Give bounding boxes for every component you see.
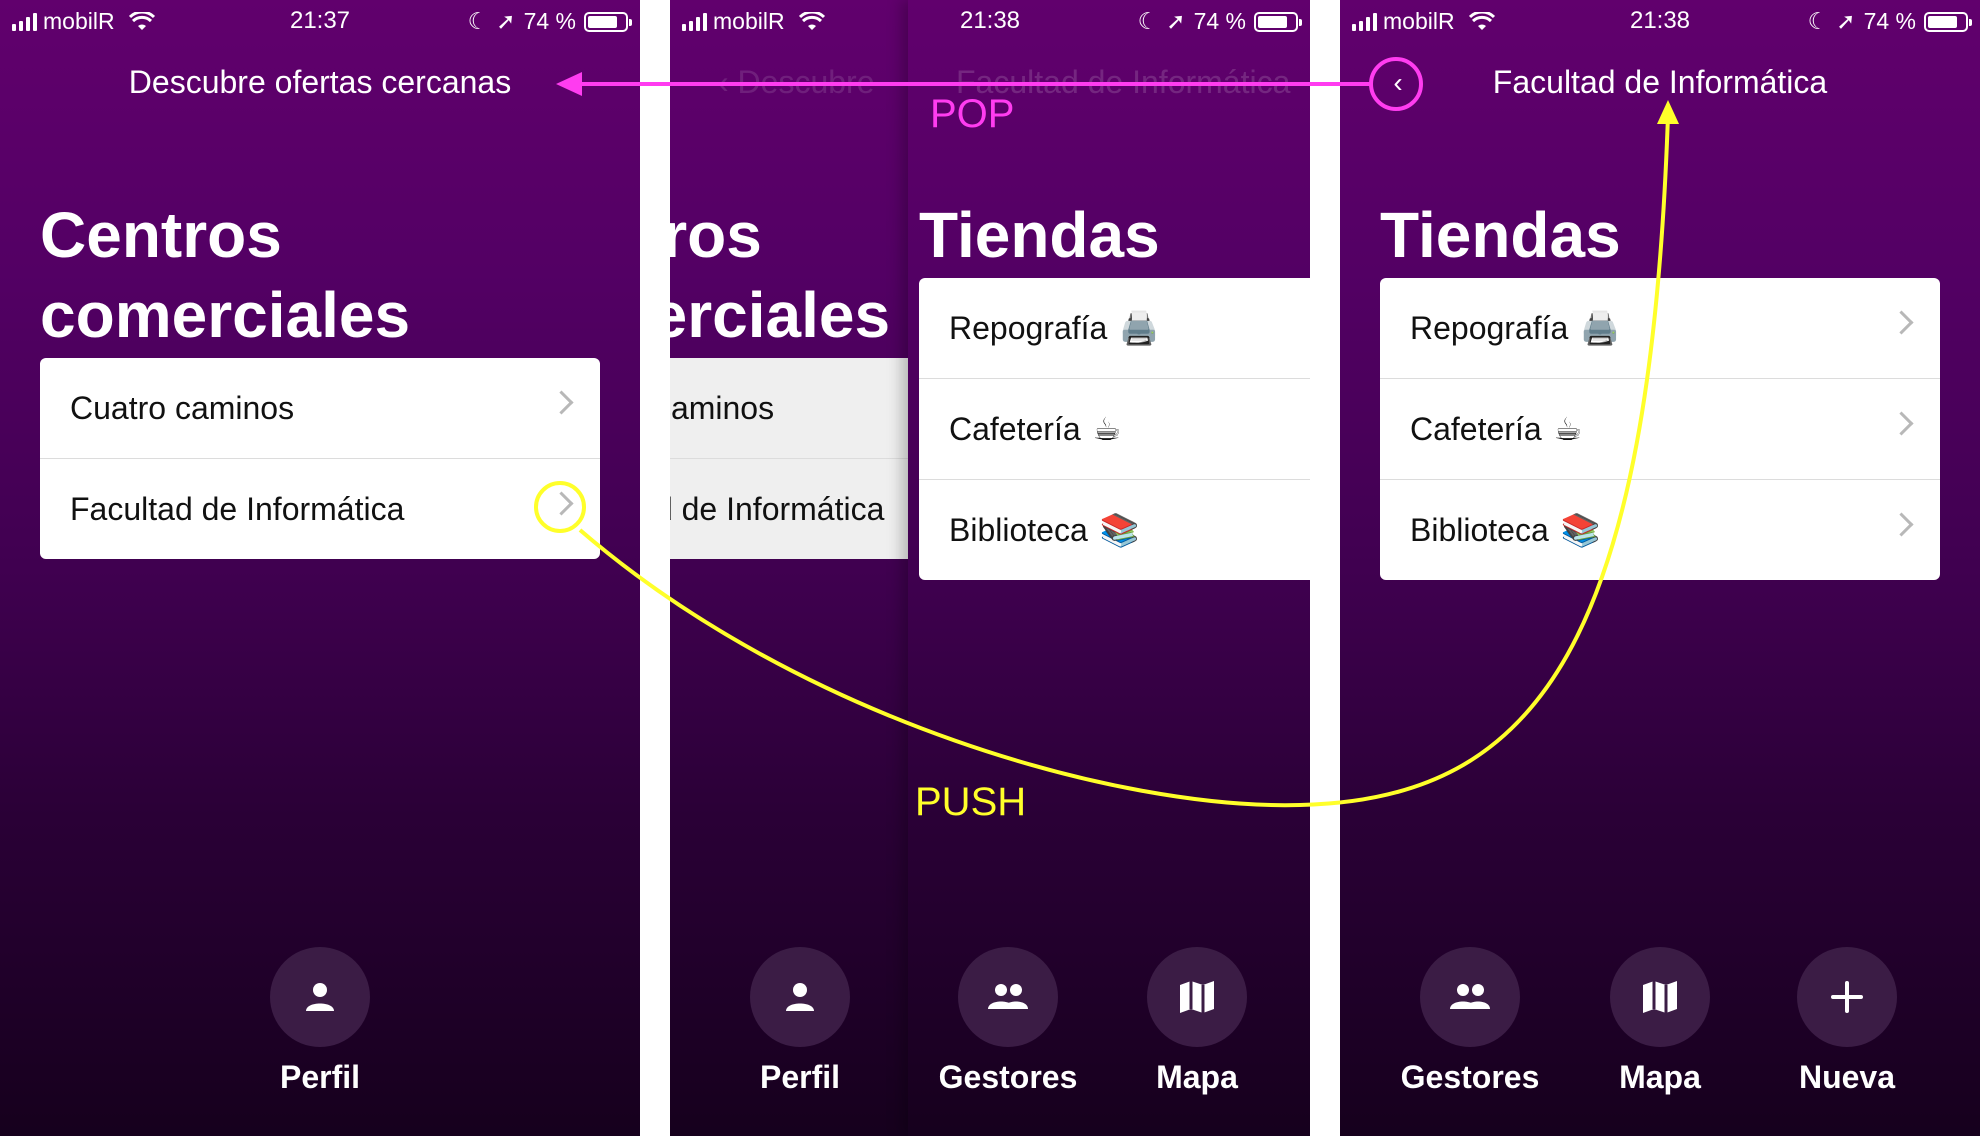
list-item-label: Cafetería xyxy=(949,410,1081,447)
list-item-repografia[interactable]: Repografía 🖨️ xyxy=(919,278,1310,379)
list-item-label: Repografía xyxy=(949,309,1108,346)
moon-icon: ☾ xyxy=(1807,8,1829,34)
plus-icon xyxy=(1797,947,1897,1047)
status-bar: mobilR 21:37 ☾ ➚ 74 % xyxy=(0,0,640,42)
incoming-screen-layer: Facultad de Informática Tiendas Repograf… xyxy=(908,0,1310,1136)
people-icon xyxy=(958,947,1058,1047)
tab-mapa[interactable]: Mapa xyxy=(1610,947,1710,1095)
status-bar: mobilR 21:38 ☾ ➚ 74 % xyxy=(1340,0,1980,42)
screen-transition: Centros comerciales Cuatro caminos Facul… xyxy=(670,0,1310,1136)
list-item-label: Cuatro caminos xyxy=(670,389,775,426)
person-icon xyxy=(270,947,370,1047)
list-item-cafeteria[interactable]: Cafetería ☕ xyxy=(919,379,1310,480)
books-icon: 📚 xyxy=(1560,512,1601,548)
push-label: PUSH xyxy=(915,780,1027,824)
tab-perfil[interactable]: Perfil xyxy=(270,947,370,1095)
chevron-right-icon[interactable] xyxy=(549,491,574,516)
list-item-label: Facultad de Informática xyxy=(670,490,885,527)
tab-label: Perfil xyxy=(759,1059,841,1095)
battery-percent: 74 % xyxy=(1863,8,1916,34)
battery-icon xyxy=(1254,11,1302,32)
moon-icon: ☾ xyxy=(1137,8,1159,34)
page-title-line1: Centros xyxy=(40,199,282,271)
nav-title: Facultad de Informática xyxy=(1492,64,1828,100)
tab-label: Gestores xyxy=(1400,1059,1540,1095)
ghost-chevron-icon: ‹ xyxy=(718,64,729,100)
list-item-cuatro-caminos[interactable]: Cuatro caminos xyxy=(40,358,600,459)
list-item-biblioteca[interactable]: Biblioteca 📚 xyxy=(919,480,1310,580)
coffee-icon: ☕ xyxy=(1553,411,1583,447)
store-list: Repografía 🖨️ Cafetería ☕ Biblioteca 📚 xyxy=(919,278,1310,580)
ghost-back-label: Descubre xyxy=(737,64,875,100)
list-item-label: Repografía xyxy=(1410,309,1569,346)
list-item-repografia[interactable]: Repografía 🖨️ xyxy=(1380,278,1940,379)
list-item-label: Biblioteca xyxy=(1410,511,1549,548)
page-title-line2: comerciales xyxy=(670,279,891,351)
list-item-facultad-informatica[interactable]: Facultad de Informática xyxy=(40,459,600,559)
pop-label: POP xyxy=(930,92,1015,136)
status-bar: mobilR 21:38 ☾ ➚ 74 % xyxy=(670,0,1310,42)
battery-icon xyxy=(584,11,632,32)
battery-percent: 74 % xyxy=(523,8,576,34)
printer-icon: 🖨️ xyxy=(1119,310,1160,346)
tab-nueva[interactable]: Nueva xyxy=(1797,947,1897,1095)
printer-icon: 🖨️ xyxy=(1580,310,1621,346)
battery-icon xyxy=(1924,11,1972,32)
list-item-label: Cuatro caminos xyxy=(70,389,295,426)
screen-centros-comerciales: mobilR 21:37 ☾ ➚ 74 % Descubre ofertas c… xyxy=(0,0,640,1136)
map-icon xyxy=(1147,947,1247,1047)
tab-label: Nueva xyxy=(1798,1059,1896,1095)
location-icon: ➚ xyxy=(1166,8,1186,34)
screen-tiendas: mobilR 21:38 ☾ ➚ 74 % ‹ Facultad de Info… xyxy=(1340,0,1980,1136)
chevron-right-icon xyxy=(549,390,574,415)
people-icon xyxy=(1420,947,1520,1047)
tab-label: Mapa xyxy=(1156,1059,1238,1095)
map-icon xyxy=(1610,947,1710,1047)
chevron-right-icon xyxy=(1889,411,1914,436)
list-item-cafeteria[interactable]: Cafetería ☕ xyxy=(1380,379,1940,480)
tab-mapa[interactable]: Mapa xyxy=(1147,947,1247,1095)
list-item-label: Cafetería xyxy=(1410,410,1542,447)
nav-title: Descubre ofertas cercanas xyxy=(128,64,512,100)
location-icon: ➚ xyxy=(496,8,516,34)
location-icon: ➚ xyxy=(1836,8,1856,34)
tab-label: Perfil xyxy=(279,1059,361,1095)
books-icon: 📚 xyxy=(1099,512,1140,548)
chevron-right-icon xyxy=(1889,310,1914,335)
list-item-label: Facultad de Informática xyxy=(70,490,405,527)
list-item-label: Biblioteca xyxy=(949,511,1088,548)
coffee-icon: ☕ xyxy=(1092,411,1122,447)
page-title: Tiendas xyxy=(1380,199,1621,271)
chevron-right-icon xyxy=(1889,512,1914,537)
tab-label: Gestores xyxy=(938,1059,1078,1095)
list-item-biblioteca[interactable]: Biblioteca 📚 xyxy=(1380,480,1940,580)
mall-list: Cuatro caminos Facultad de Informática xyxy=(40,358,600,559)
store-list: Repografía 🖨️ Cafetería ☕ Biblioteca 📚 xyxy=(1380,278,1940,580)
tab-perfil: Perfil xyxy=(750,947,850,1095)
page-title-line1: Centros xyxy=(670,199,762,271)
battery-percent: 74 % xyxy=(1193,8,1246,34)
person-icon xyxy=(750,947,850,1047)
page-title-line2: comerciales xyxy=(40,279,411,351)
moon-icon: ☾ xyxy=(467,8,489,34)
tab-gestores[interactable]: Gestores xyxy=(939,947,1077,1095)
ghost-nav: ‹ Descubre xyxy=(718,64,875,101)
tab-gestores[interactable]: Gestores xyxy=(1401,947,1539,1095)
page-title: Tiendas xyxy=(919,199,1160,271)
